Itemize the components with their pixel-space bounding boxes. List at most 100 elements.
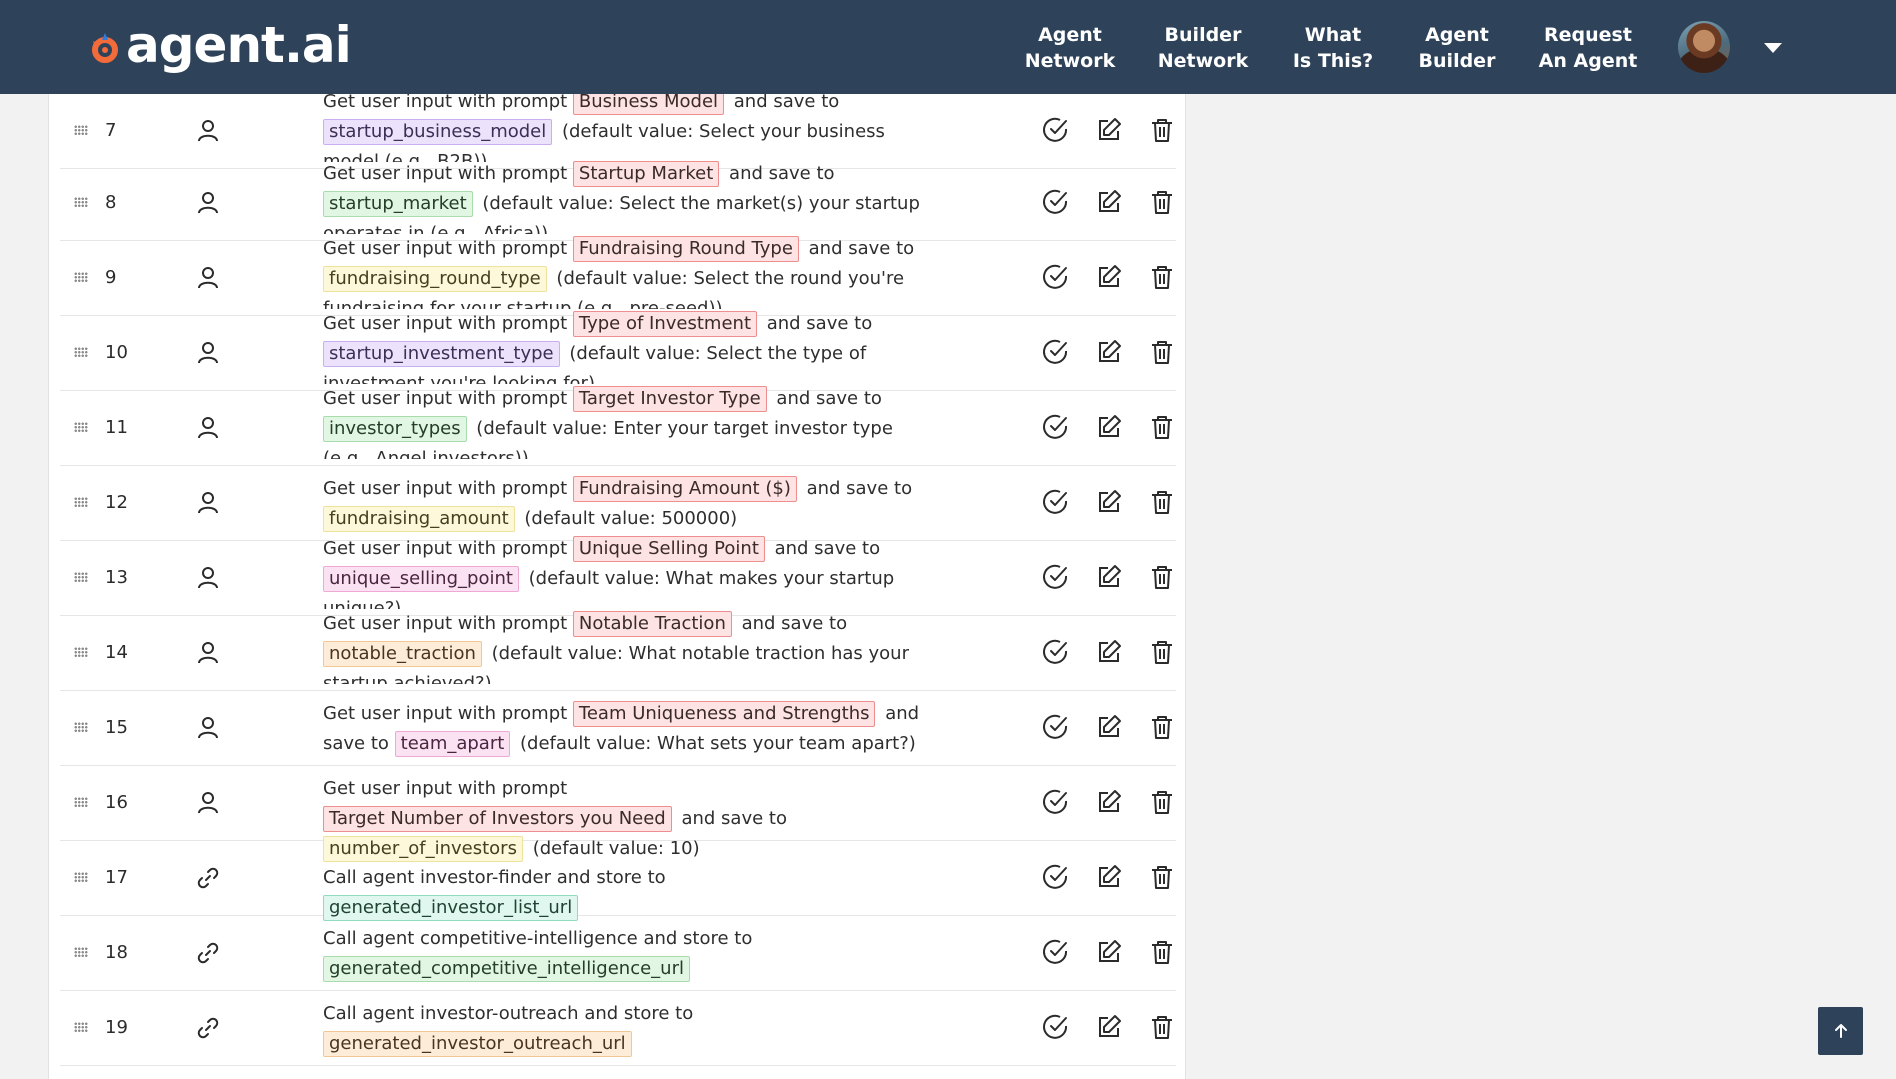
logo-text: agent.ai [126, 16, 352, 74]
step-row[interactable]: 12 Get user input with prompt Fundraising… [60, 466, 1176, 541]
check-circle-icon[interactable] [1042, 116, 1070, 144]
scroll-to-top-button[interactable] [1818, 1007, 1863, 1055]
nav-what-is-this[interactable]: What Is This? [1273, 22, 1393, 74]
check-circle-icon[interactable] [1042, 638, 1070, 666]
drag-handle-icon[interactable] [74, 797, 88, 807]
edit-icon[interactable] [1095, 116, 1123, 144]
edit-icon[interactable] [1095, 1013, 1123, 1041]
step-text: and save to [802, 238, 915, 259]
drag-handle-icon[interactable] [74, 125, 88, 135]
step-row[interactable]: 8 Get user input with prompt Startup Mark… [60, 161, 1176, 241]
drag-handle-icon[interactable] [74, 197, 88, 207]
trash-icon[interactable] [1148, 863, 1176, 891]
step-description: Call agent investor-outreach and store t… [323, 999, 923, 1059]
step-actions [1042, 263, 1176, 291]
trash-icon[interactable] [1148, 1013, 1176, 1041]
nav-request-an-agent[interactable]: Request An Agent [1528, 22, 1648, 74]
edit-icon[interactable] [1095, 188, 1123, 216]
edit-icon[interactable] [1095, 788, 1123, 816]
drag-handle-icon[interactable] [74, 422, 88, 432]
user-icon [198, 267, 218, 289]
variable-name-tag: fundraising_amount [323, 506, 515, 532]
drag-handle-icon[interactable] [74, 872, 88, 882]
step-row[interactable]: 15 Get user input with prompt Team Unique… [60, 691, 1176, 766]
step-description: Call agent investor-finder and store to … [323, 863, 923, 923]
nav-what-is-this-line2: Is This? [1292, 50, 1374, 72]
logo-gear-icon [92, 33, 118, 63]
step-text: (default value: What sets your team apar… [514, 733, 916, 754]
step-row[interactable]: 9 Get user input with prompt Fundraising … [60, 236, 1176, 316]
edit-icon[interactable] [1095, 413, 1123, 441]
edit-icon[interactable] [1095, 863, 1123, 891]
drag-handle-icon[interactable] [74, 647, 88, 657]
check-circle-icon[interactable] [1042, 488, 1070, 516]
drag-handle-icon[interactable] [74, 272, 88, 282]
trash-icon[interactable] [1148, 263, 1176, 291]
step-number: 8 [105, 192, 117, 213]
step-row[interactable]: 19 Call agent investor-outreach and store… [60, 991, 1176, 1066]
step-text: and save to [761, 313, 873, 334]
nav-builder-network[interactable]: Builder Network [1143, 22, 1263, 74]
nav-agent-network[interactable]: Agent Network [1010, 22, 1130, 74]
step-row[interactable]: 10 Get user input with prompt Type of Inv… [60, 311, 1176, 391]
trash-icon[interactable] [1148, 338, 1176, 366]
check-circle-icon[interactable] [1042, 563, 1070, 591]
step-description: Get user input with prompt Notable Tract… [323, 609, 923, 684]
step-text: Call agent investor-outreach and store t… [323, 1003, 694, 1024]
drag-handle-icon[interactable] [74, 497, 88, 507]
trash-icon[interactable] [1148, 188, 1176, 216]
step-row[interactable]: 14 Get user input with prompt Notable Tra… [60, 611, 1176, 691]
edit-icon[interactable] [1095, 638, 1123, 666]
drag-handle-icon[interactable] [74, 572, 88, 582]
trash-icon[interactable] [1148, 488, 1176, 516]
check-circle-icon[interactable] [1042, 938, 1070, 966]
drag-handle-icon[interactable] [74, 347, 88, 357]
edit-icon[interactable] [1095, 263, 1123, 291]
step-actions [1042, 563, 1176, 591]
nav-request-an-agent-line1: Request [1544, 24, 1632, 46]
edit-icon[interactable] [1095, 338, 1123, 366]
edit-icon[interactable] [1095, 938, 1123, 966]
nav-agent-builder[interactable]: Agent Builder [1397, 22, 1517, 74]
drag-handle-icon[interactable] [74, 722, 88, 732]
step-text: Get user input with prompt [323, 613, 573, 634]
agent-ai-logo[interactable]: agent.ai [88, 12, 352, 78]
drag-handle-icon[interactable] [74, 1022, 88, 1032]
step-row[interactable]: 18 Call agent competitive-intelligence an… [60, 916, 1176, 991]
account-menu-chevron-down-icon[interactable] [1764, 43, 1782, 53]
step-row[interactable]: 7 Get user input with prompt Business Mod… [60, 89, 1176, 169]
check-circle-icon[interactable] [1042, 263, 1070, 291]
trash-icon[interactable] [1148, 638, 1176, 666]
step-number: 9 [105, 267, 117, 288]
check-circle-icon[interactable] [1042, 788, 1070, 816]
step-row[interactable]: 11 Get user input with prompt Target Inve… [60, 386, 1176, 466]
step-text: and save to [675, 808, 787, 829]
check-circle-icon[interactable] [1042, 338, 1070, 366]
edit-icon[interactable] [1095, 563, 1123, 591]
step-row[interactable]: 13 Get user input with prompt Unique Sell… [60, 536, 1176, 616]
step-text: and save to [723, 163, 835, 184]
trash-icon[interactable] [1148, 413, 1176, 441]
step-actions [1042, 488, 1176, 516]
edit-icon[interactable] [1095, 713, 1123, 741]
trash-icon[interactable] [1148, 938, 1176, 966]
trash-icon[interactable] [1148, 788, 1176, 816]
check-circle-icon[interactable] [1042, 713, 1070, 741]
drag-handle-icon[interactable] [74, 947, 88, 957]
check-circle-icon[interactable] [1042, 188, 1070, 216]
step-actions [1042, 863, 1176, 891]
trash-icon[interactable] [1148, 713, 1176, 741]
check-circle-icon[interactable] [1042, 1013, 1070, 1041]
variable-name-tag: startup_market [323, 191, 473, 217]
step-row[interactable]: 17 Call agent investor-finder and store t… [60, 841, 1176, 921]
edit-icon[interactable] [1095, 488, 1123, 516]
step-row[interactable]: 16 Get user input with prompt Target Numb… [60, 766, 1176, 862]
step-description: Call agent competitive-intelligence and … [323, 924, 923, 984]
prompt-label-tag: Type of Investment [572, 311, 757, 337]
check-circle-icon[interactable] [1042, 863, 1070, 891]
step-text: Call agent investor-finder and store to [323, 867, 666, 888]
check-circle-icon[interactable] [1042, 413, 1070, 441]
trash-icon[interactable] [1148, 563, 1176, 591]
trash-icon[interactable] [1148, 116, 1176, 144]
user-avatar[interactable] [1678, 21, 1730, 73]
